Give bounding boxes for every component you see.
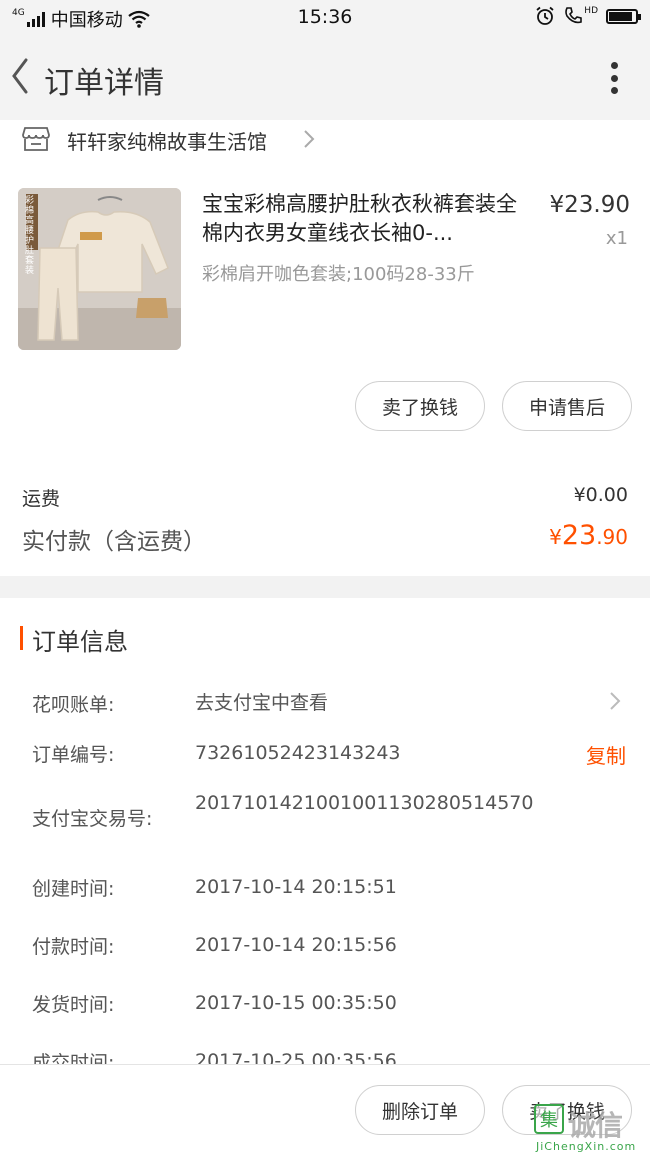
sell-for-cash-button[interactable]: 卖了换钱 [355, 381, 485, 431]
watermark-url: JiChengXin.com [536, 1140, 637, 1153]
paid-currency: ¥ [549, 525, 562, 549]
completed-time-value: 2017-10-25 00:35:56 [195, 1050, 397, 1064]
shipped-time-value: 2017-10-15 00:35:50 [195, 992, 397, 1014]
product-image-label: 彩棉高腰护肚套装 [25, 196, 35, 276]
shop-name[interactable]: 轩轩家纯棉故事生活馆 [67, 126, 267, 155]
paid-integer: 23 [561, 520, 597, 551]
chevron-right-icon[interactable] [608, 690, 622, 712]
status-right: HD [535, 6, 641, 26]
paid-decimal: .90 [596, 525, 628, 549]
more-vertical-icon[interactable] [606, 58, 622, 98]
paid-time-label: 付款时间: [32, 936, 115, 958]
product-image[interactable]: 彩棉高腰护肚套装 [18, 188, 181, 350]
shop-icon [22, 127, 50, 151]
shipping-label: 运费 [22, 488, 61, 510]
delete-order-button[interactable]: 删除订单 [355, 1085, 485, 1135]
chevron-left-icon[interactable] [8, 56, 32, 96]
order-info-card: 订单信息 花呗账单: 去支付宝中查看 订单编号: 732610524231432… [0, 598, 650, 1064]
battery-fill [609, 11, 633, 21]
product-photo [18, 188, 181, 350]
section-accent-bar [20, 626, 23, 650]
order-number-value: 73261052423143243 [195, 742, 401, 764]
alarm-icon [536, 6, 554, 25]
order-info-title: 订单信息 [32, 628, 128, 656]
apply-after-sale-button[interactable]: 申请售后 [502, 381, 632, 431]
watermark-chars: 诚信 [568, 1109, 623, 1142]
order-item-card: 轩轩家纯棉故事生活馆 彩棉高腰护肚套装 宝宝彩棉高腰护肚秋衣秋裤套装全棉内衣男女… [0, 120, 650, 576]
nav-bar: 订单详情 [0, 36, 650, 120]
shipping-value: ¥0.00 [573, 484, 628, 506]
page-title: 订单详情 [44, 66, 164, 101]
watermark-logo: 集 诚信 JiChengXin.com [534, 1104, 650, 1154]
paid-label: 实付款（含运费） [22, 529, 206, 555]
huabei-label: 花呗账单: [32, 694, 115, 716]
created-time-label: 创建时间: [32, 878, 115, 900]
battery-icon [606, 8, 641, 24]
huabei-value[interactable]: 去支付宝中查看 [195, 690, 545, 716]
completed-time-label: 成交时间: [32, 1052, 115, 1064]
copy-button[interactable]: 复制 [586, 740, 626, 769]
product-quantity: x1 [605, 228, 628, 249]
product-title[interactable]: 宝宝彩棉高腰护肚秋衣秋裤套装全棉内衣男女童线衣长袖0-... [202, 190, 532, 248]
hd-label: HD [584, 6, 598, 16]
created-time-value: 2017-10-14 20:15:51 [195, 876, 397, 898]
chevron-right-icon[interactable] [302, 128, 316, 150]
hd-call-icon [565, 7, 583, 24]
product-sku: 彩棉肩开咖色套装;100码28-33斤 [202, 264, 475, 285]
watermark-box: 集 [534, 1104, 564, 1134]
status-bar: 4G 中国移动 15:36 HD [0, 0, 650, 36]
alipay-trade-value: 2017101421001001130280514570 [195, 792, 534, 814]
shipped-time-label: 发货时间: [32, 994, 115, 1016]
alipay-trade-label: 支付宝交易号: [32, 808, 153, 830]
product-price: ¥23.90 [549, 192, 630, 218]
paid-time-value: 2017-10-14 20:15:56 [195, 934, 397, 956]
paid-value: ¥23.90 [549, 520, 628, 551]
order-number-label: 订单编号: [32, 744, 115, 766]
shop-row[interactable]: 轩轩家纯棉故事生活馆 [0, 120, 650, 162]
